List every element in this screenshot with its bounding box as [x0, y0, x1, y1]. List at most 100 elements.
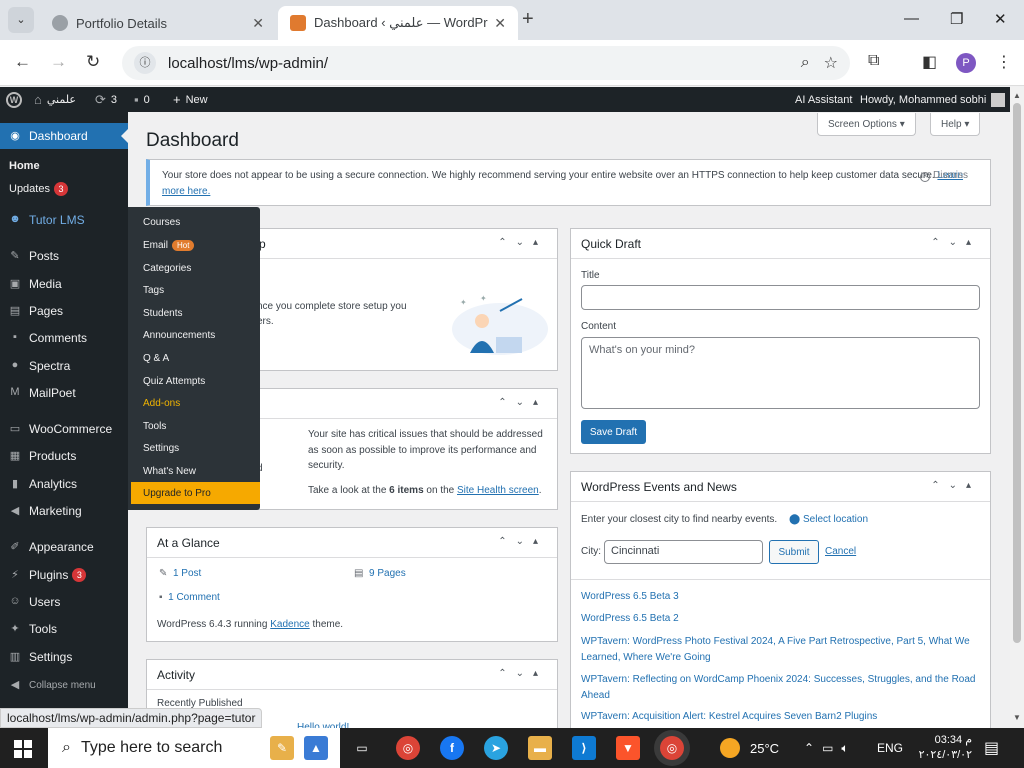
submenu-whats-new[interactable]: What's New: [128, 460, 260, 482]
tray-icons[interactable]: ⌃ ▭ 🔈︎: [804, 728, 849, 768]
submenu-courses[interactable]: Courses: [128, 211, 260, 233]
submenu-announcements[interactable]: Announcements: [128, 324, 260, 346]
site-health-link[interactable]: Site Health screen: [457, 485, 539, 496]
box-controls[interactable]: ⌃⌄▴: [498, 237, 547, 248]
sidebar-item-settings[interactable]: ▥ Settings: [0, 644, 128, 670]
sidebar-item-media[interactable]: ▣ Media: [0, 271, 128, 297]
collapse-menu-button[interactable]: ◀ Collapse menu: [0, 672, 128, 698]
box-controls[interactable]: ⌃⌄▴: [498, 397, 547, 408]
scrollbar-thumb[interactable]: [1013, 103, 1021, 643]
brave-icon[interactable]: ▼: [616, 736, 640, 760]
chrome-active-icon[interactable]: ◎: [660, 736, 684, 760]
extensions-puzzle-icon[interactable]: ⧉: [868, 52, 879, 70]
sidebar-item-dashboard[interactable]: ◉ Dashboard: [0, 123, 128, 149]
url-text[interactable]: localhost/lms/wp-admin/: [168, 55, 787, 72]
language-indicator[interactable]: ENG: [877, 728, 903, 768]
box-controls[interactable]: ⌃⌄▴: [498, 536, 547, 547]
profile-avatar[interactable]: P: [956, 53, 976, 73]
box-controls[interactable]: ⌃⌄▴: [931, 480, 980, 491]
file-explorer-icon[interactable]: ▬: [528, 736, 552, 760]
news-item[interactable]: WPTavern: Acquisition Alert: Kestrel Acq…: [581, 709, 981, 725]
submenu-email[interactable]: Email Hot: [128, 234, 260, 256]
clock[interactable]: 03:34 م ٢٠٢٤/٠٣/٠٢: [912, 728, 972, 768]
glance-posts[interactable]: ✎ 1 Post: [159, 568, 201, 579]
glance-pages[interactable]: ▤ 9 Pages: [354, 568, 406, 579]
taskbar-widget-icon[interactable]: ▲: [304, 736, 328, 760]
notification-icon[interactable]: ▤: [984, 728, 999, 768]
telegram-icon[interactable]: ➤: [484, 736, 508, 760]
window-close-icon[interactable]: ✕: [994, 10, 1007, 28]
submit-button[interactable]: Submit: [769, 540, 819, 564]
sidebar-item-home[interactable]: Home: [0, 155, 128, 177]
theme-link[interactable]: Kadence: [270, 619, 309, 630]
forward-arrow-icon[interactable]: →: [50, 52, 67, 72]
scroll-down-arrow-icon[interactable]: ▼: [1013, 713, 1021, 722]
submenu-tags[interactable]: Tags: [128, 279, 260, 301]
updates-link[interactable]: ⟳ 3: [95, 87, 117, 112]
submenu-quiz-attempts[interactable]: Quiz Attempts: [128, 370, 260, 392]
sidebar-item-pages[interactable]: ▤ Pages: [0, 298, 128, 324]
taskbar-search-highlight-icon[interactable]: ✎: [270, 736, 294, 760]
tab-search-chevron-icon[interactable]: ⌄: [8, 7, 34, 33]
screen-options-button[interactable]: Screen Options ▾: [817, 113, 916, 136]
sidebar-item-products[interactable]: ▦ Products: [0, 443, 128, 469]
close-icon[interactable]: ✕: [252, 15, 264, 32]
scroll-up-arrow-icon[interactable]: ▲: [1013, 91, 1021, 100]
chevron-up-icon[interactable]: ⌃: [804, 741, 814, 755]
taskbar-search-box[interactable]: ⌕ Type here to search: [48, 728, 340, 768]
back-arrow-icon[interactable]: ←: [14, 52, 31, 72]
site-info-icon[interactable]: ⓘ: [134, 52, 156, 74]
ai-assistant-link[interactable]: AI Assistant: [795, 87, 852, 112]
sidebar-item-analytics[interactable]: ▮ Analytics: [0, 471, 128, 497]
sidebar-item-tools[interactable]: ✦ Tools: [0, 616, 128, 642]
tab-dashboard[interactable]: Dashboard ‹ علمني — WordPre ✕: [278, 6, 518, 40]
submenu-students[interactable]: Students: [128, 302, 260, 324]
submenu-upgrade-pro[interactable]: Upgrade to Pro: [131, 482, 260, 504]
sidebar-item-plugins[interactable]: ⚡ Plugins 3: [0, 562, 128, 588]
windows-start-icon[interactable]: [14, 740, 32, 758]
site-name-link[interactable]: ⌂ علمني: [34, 87, 76, 112]
cancel-link[interactable]: Cancel: [825, 546, 856, 557]
sidebar-item-posts[interactable]: ✎ Posts: [0, 243, 128, 269]
news-item[interactable]: WordPress 6.5 Beta 2: [581, 611, 981, 627]
vscode-icon[interactable]: ⟩: [572, 736, 596, 760]
close-icon[interactable]: ✕: [494, 15, 506, 32]
sidebar-item-updates[interactable]: Updates 3: [0, 178, 128, 200]
sidebar-item-tutor-lms[interactable]: ☻ Tutor LMS: [0, 207, 128, 233]
zoom-icon[interactable]: ⌕: [801, 54, 810, 72]
new-tab-plus-icon[interactable]: +: [522, 8, 534, 31]
city-input[interactable]: Cincinnati: [604, 540, 763, 564]
help-button[interactable]: Help ▾: [930, 113, 981, 136]
address-bar[interactable]: ⓘ localhost/lms/wp-admin/ ⌕ ☆: [122, 46, 850, 80]
news-item[interactable]: WPTavern: Reflecting on WordCamp Phoenix…: [581, 672, 981, 704]
facebook-icon[interactable]: f: [440, 736, 464, 760]
comments-link[interactable]: ▪ 0: [134, 87, 150, 112]
submenu-qa[interactable]: Q & A: [128, 347, 260, 369]
glance-comments[interactable]: ▪ 1 Comment: [159, 592, 220, 603]
side-panel-icon[interactable]: ◧: [922, 52, 937, 72]
sidebar-item-appearance[interactable]: ✐ Appearance: [0, 534, 128, 560]
wp-logo-icon[interactable]: W: [6, 87, 22, 112]
restore-icon[interactable]: ❐: [950, 10, 963, 28]
sidebar-item-comments[interactable]: ▪ Comments: [0, 325, 128, 351]
box-controls[interactable]: ⌃⌄▴: [498, 668, 547, 679]
draft-title-input[interactable]: [581, 285, 980, 310]
draft-content-textarea[interactable]: What's on your mind?: [581, 337, 980, 409]
volume-icon[interactable]: 🔈︎: [841, 741, 848, 756]
sidebar-item-marketing[interactable]: ◀ Marketing: [0, 498, 128, 524]
my-account-link[interactable]: Howdy, Mohammed sobhi: [860, 87, 1006, 112]
sidebar-item-woocommerce[interactable]: ▭ WooCommerce: [0, 416, 128, 442]
weather-widget[interactable]: 25°C: [720, 728, 779, 768]
page-scrollbar[interactable]: ▲ ▼: [1010, 87, 1024, 728]
submenu-tools[interactable]: Tools: [128, 415, 260, 437]
tab-portfolio-details[interactable]: Portfolio Details ✕: [40, 6, 276, 40]
reload-icon[interactable]: ↻: [86, 52, 100, 72]
sidebar-item-users[interactable]: ☺ Users: [0, 589, 128, 615]
bookmark-star-icon[interactable]: ☆: [824, 53, 838, 73]
new-content-link[interactable]: + New: [173, 87, 208, 112]
select-location-link[interactable]: ⬤ Select location: [789, 514, 868, 525]
sidebar-item-spectra[interactable]: ● Spectra: [0, 353, 128, 379]
submenu-categories[interactable]: Categories: [128, 257, 260, 279]
news-item[interactable]: WPTavern: WordPress Photo Festival 2024,…: [581, 634, 981, 666]
browser-menu-icon[interactable]: ⋮: [996, 52, 1012, 72]
